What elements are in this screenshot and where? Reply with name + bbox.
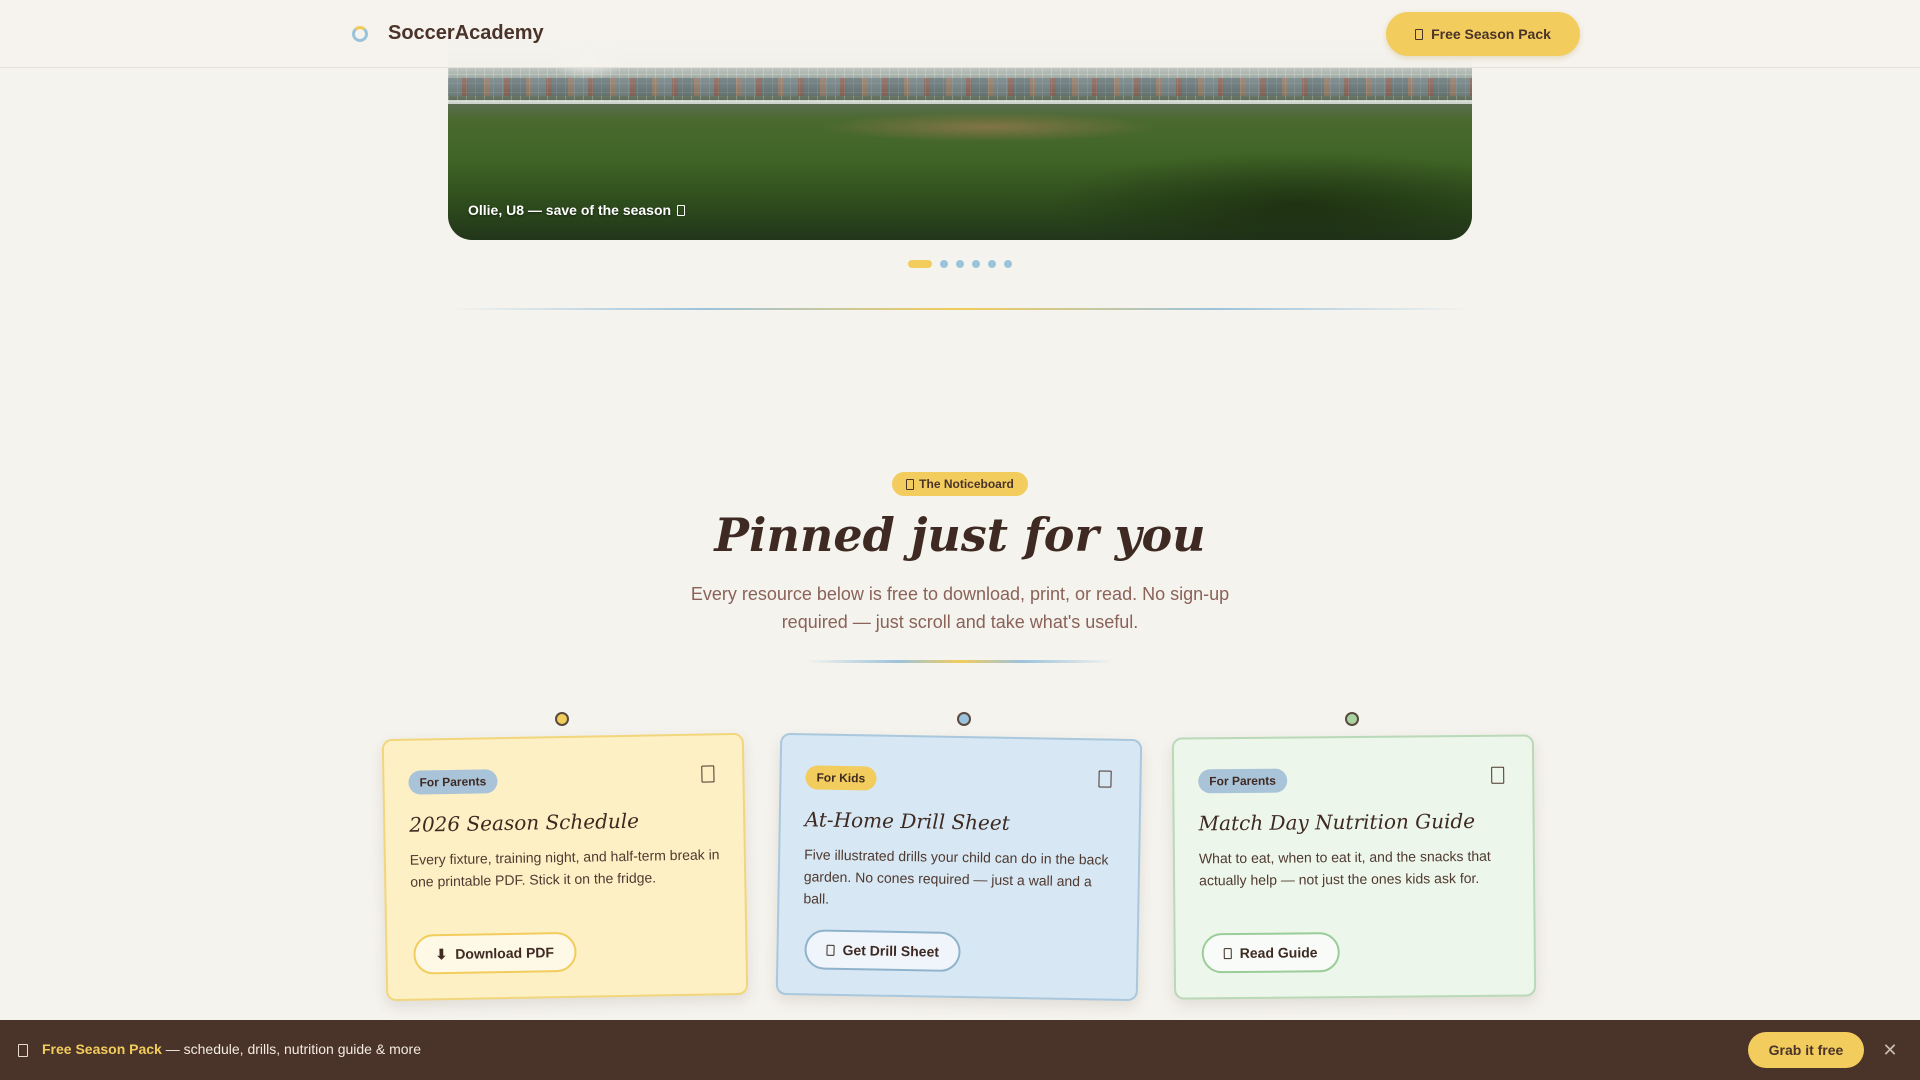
read-guide-button[interactable]: Read Guide bbox=[1201, 932, 1340, 974]
download-pdf-button[interactable]: ⬇ Download PDF bbox=[413, 931, 577, 975]
card-description: What to eat, when to eat it, and the sna… bbox=[1198, 847, 1491, 889]
document-icon bbox=[826, 944, 835, 956]
card-tag: For Parents bbox=[1198, 768, 1288, 794]
card-description: Every fixture, training night, and half-… bbox=[409, 846, 720, 890]
card-tag: For Kids bbox=[805, 765, 877, 791]
carousel-dot-4[interactable] bbox=[972, 260, 980, 268]
camera-icon bbox=[677, 204, 686, 216]
pin-icon bbox=[906, 478, 915, 490]
pushpin-icon bbox=[957, 712, 971, 726]
card-title: Match Day Nutrition Guide bbox=[1198, 808, 1476, 836]
hero-image: Ollie, U8 — save of the season bbox=[448, 40, 1472, 240]
keeper-shadow bbox=[1048, 150, 1472, 240]
promo-bar: Free Season Pack — schedule, drills, nut… bbox=[0, 1020, 1920, 1080]
carousel-dot-6[interactable] bbox=[1004, 260, 1012, 268]
card-tag: For Parents bbox=[408, 769, 498, 795]
resource-card-drills: For Kids At-Home Drill Sheet Five illust… bbox=[775, 732, 1143, 1002]
carousel-dot-1[interactable] bbox=[908, 260, 932, 268]
promo-detail: — schedule, drills, nutrition guide & mo… bbox=[161, 1041, 421, 1057]
card-title: At-Home Drill Sheet bbox=[804, 807, 1010, 835]
resource-card-schedule: For Parents 2026 Season Schedule Every f… bbox=[381, 732, 749, 1002]
resource-card-nutrition: For Parents Match Day Nutrition Guide Wh… bbox=[1171, 734, 1537, 1000]
book-icon bbox=[1223, 947, 1232, 959]
carousel-dot-2[interactable] bbox=[940, 260, 948, 268]
promo-highlight: Free Season Pack bbox=[42, 1041, 162, 1057]
brand-name[interactable]: SoccerAcademy bbox=[388, 22, 544, 45]
bookmark-icon[interactable] bbox=[1098, 770, 1112, 788]
stadium-crowd bbox=[448, 78, 1472, 96]
card-title: 2026 Season Schedule bbox=[409, 808, 640, 837]
download-icon: ⬇ bbox=[435, 945, 448, 962]
bookmark-icon[interactable] bbox=[701, 765, 715, 783]
noticeboard-pill: The Noticeboard bbox=[892, 472, 1028, 496]
bookmark-icon[interactable] bbox=[1491, 766, 1505, 784]
get-drill-sheet-label: Get Drill Sheet bbox=[842, 941, 940, 960]
carousel-dot-3[interactable] bbox=[956, 260, 964, 268]
free-season-pack-button[interactable]: Free Season Pack bbox=[1386, 12, 1580, 56]
gift-icon bbox=[18, 1044, 28, 1057]
section-divider bbox=[448, 308, 1472, 310]
section-subtitle: Every resource below is free to download… bbox=[690, 584, 1230, 632]
carousel-dots bbox=[908, 259, 1012, 269]
logo-icon[interactable] bbox=[352, 26, 368, 42]
promo-text: Free Season Pack — schedule, drills, nut… bbox=[42, 1041, 421, 1057]
hero-caption-text: Ollie, U8 — save of the season bbox=[468, 202, 672, 218]
pushpin-icon bbox=[1345, 712, 1359, 726]
title-divider bbox=[806, 660, 1114, 663]
download-pdf-label: Download PDF bbox=[455, 944, 555, 962]
free-season-pack-label: Free Season Pack bbox=[1431, 26, 1551, 42]
turf-dust bbox=[818, 112, 1158, 142]
gift-icon bbox=[1415, 28, 1424, 40]
get-drill-sheet-button[interactable]: Get Drill Sheet bbox=[804, 929, 962, 973]
hero-caption: Ollie, U8 — save of the season bbox=[468, 202, 686, 218]
site-header: SoccerAcademy Free Season Pack bbox=[0, 0, 1920, 68]
card-description: Five illustrated drills your child can d… bbox=[803, 846, 1109, 907]
read-guide-label: Read Guide bbox=[1239, 944, 1318, 961]
noticeboard-pill-label: The Noticeboard bbox=[919, 477, 1014, 491]
close-icon[interactable]: ✕ bbox=[1880, 1040, 1900, 1060]
pitch-line bbox=[448, 100, 1472, 104]
pushpin-icon bbox=[555, 712, 569, 726]
carousel-dot-5[interactable] bbox=[988, 260, 996, 268]
grab-it-free-button[interactable]: Grab it free bbox=[1748, 1032, 1864, 1068]
section-title: Pinned just for you bbox=[714, 508, 1206, 562]
